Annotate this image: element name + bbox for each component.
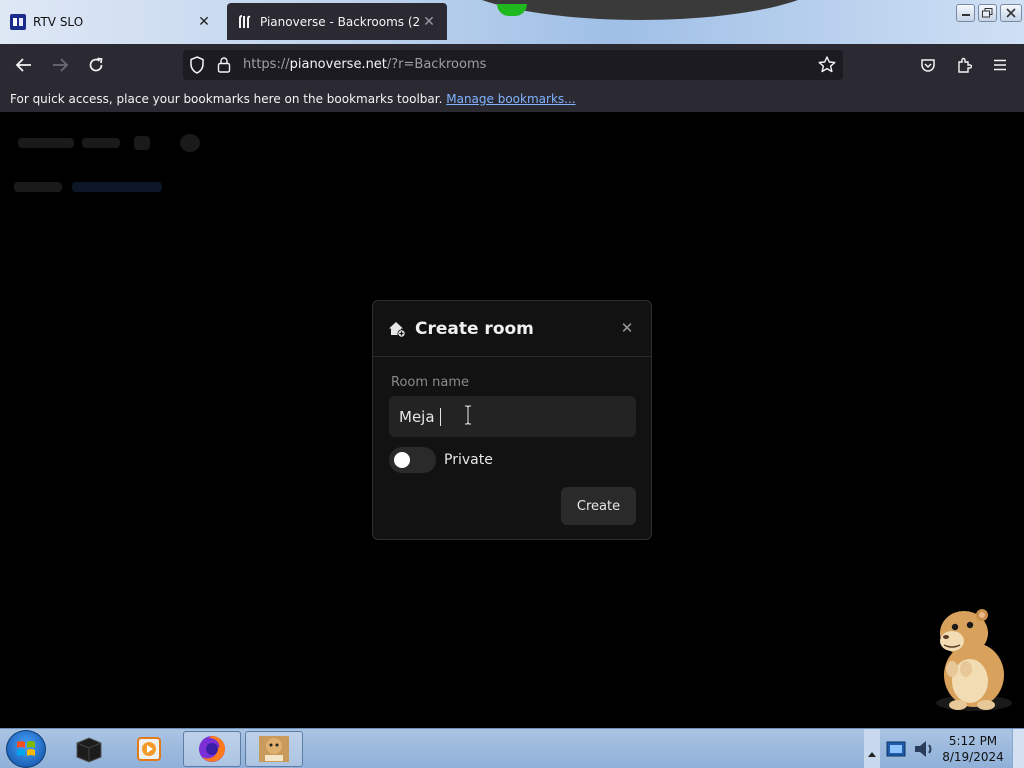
room-name-label: Room name [391,375,470,390]
dialog-title: Create room [415,319,534,339]
tab-strip: RTV SLO ✕ Pianoverse - Backrooms (2) ✕ [0,0,1024,44]
bookmark-star-icon[interactable] [818,56,836,77]
room-name-input[interactable]: Meja [389,396,636,437]
window-restore-button[interactable] [978,4,997,22]
manage-bookmarks-link[interactable]: Manage bookmarks... [446,92,575,106]
dialog-close-icon[interactable]: ✕ [617,317,637,339]
tracking-protection-icon[interactable] [189,56,205,78]
windows-taskbar: 5:12 PM 8/19/2024 [0,728,1024,768]
toggle-knob [394,452,410,468]
show-desktop-button[interactable] [1012,729,1024,768]
create-room-dialog: Create room ✕ Room name Meja Private Cre… [372,300,652,540]
tab-close-icon[interactable]: ✕ [421,14,437,30]
clock-date: 8/19/2024 [942,750,1004,764]
clock-time: 5:12 PM [948,734,998,748]
background-settings-icon [180,134,200,152]
background-chevron-icon [134,136,150,150]
background-link [72,182,162,192]
extensions-button[interactable] [949,51,979,79]
tray-volume-icon[interactable] [912,737,936,765]
ibeam-cursor-icon [463,404,473,426]
background-label [14,182,62,192]
menu-button[interactable] [985,51,1015,79]
url-text[interactable]: https://pianoverse.net/?r=Backrooms [243,57,486,72]
hamster-mascot-image [922,603,1014,713]
window-minimize-button[interactable] [956,4,975,22]
back-button[interactable] [9,51,39,79]
text-caret [439,407,441,426]
tab-pianoverse[interactable]: Pianoverse - Backrooms (2) ✕ [227,3,447,40]
bookmarks-toolbar-message: For quick access, place your bookmarks h… [10,92,443,106]
taskbar-media-player-icon[interactable] [120,731,178,767]
url-bar[interactable]: https://pianoverse.net/?r=Backrooms [183,50,843,80]
background-room-name [18,138,74,148]
taskbar-terminal-icon[interactable] [60,731,118,767]
lock-icon[interactable] [217,56,231,77]
private-toggle[interactable] [389,447,436,473]
rtv-slo-favicon-icon [10,13,26,30]
create-button[interactable]: Create [561,487,636,525]
taskbar-clock[interactable]: 5:12 PM 8/19/2024 [940,733,1006,765]
tab-title: Pianoverse - Backrooms (2) [260,14,421,29]
dialog-header: Create room ✕ [373,301,651,357]
tab-rtv-slo[interactable]: RTV SLO ✕ [0,3,222,40]
tab-title: RTV SLO [33,14,84,29]
taskbar-hamster-box-icon[interactable] [245,731,303,767]
navigation-toolbar: https://pianoverse.net/?r=Backrooms [0,44,1024,86]
house-plus-icon [388,320,406,338]
room-name-value: Meja [399,407,435,426]
tray-network-icon[interactable] [886,737,910,765]
tab-close-icon[interactable]: ✕ [196,14,212,30]
pianoverse-favicon-icon [237,14,253,30]
background-room-count [82,138,120,148]
bookmarks-toolbar: For quick access, place your bookmarks h… [0,86,1024,112]
tray-overflow-area [864,729,880,768]
window-close-button[interactable] [1000,4,1022,22]
tray-expand-icon[interactable] [868,743,876,762]
reload-button[interactable] [81,51,111,79]
forward-button[interactable] [45,51,75,79]
taskbar-firefox-icon[interactable] [183,731,241,767]
pocket-button[interactable] [913,51,943,79]
private-label: Private [444,452,493,468]
desktop-wallpaper-accent [497,4,527,16]
start-button[interactable] [6,730,46,768]
